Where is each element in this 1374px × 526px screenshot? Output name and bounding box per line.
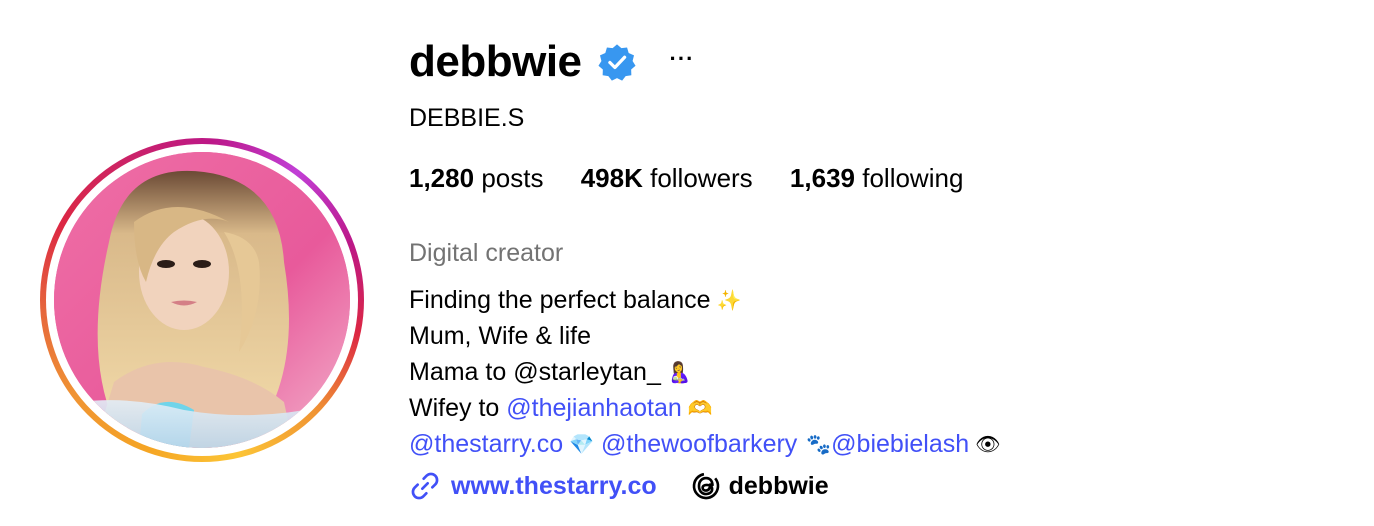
following-stat[interactable]: 1,639 following [790, 163, 963, 194]
website-url: www.thestarry.co [451, 471, 657, 500]
following-count: 1,639 [789, 163, 855, 193]
bio-text: Finding the perfect balance [409, 286, 711, 314]
posts-count: 1,280 [409, 163, 475, 193]
eye-emoji: 👁 [975, 434, 1001, 457]
profile-category: Digital creator [409, 239, 564, 267]
avatar-image [54, 152, 350, 448]
verified-badge-icon [598, 44, 636, 81]
bio-text: Mum, Wife & life [409, 322, 591, 350]
bio-line-2: Mum, Wife & life [409, 318, 1001, 354]
profile-bio: Finding the perfect balance ✨ Mum, Wife &… [409, 282, 1001, 462]
more-options-button[interactable]: ··· [670, 48, 695, 70]
bio-line-4: Wifey to @thejianhaotan 🫶 [409, 390, 1001, 426]
story-ring[interactable] [40, 138, 364, 462]
paw-prints-emoji: 🐾 [806, 434, 832, 457]
mention-link[interactable]: @thejianhaotan [506, 394, 682, 422]
heart-hands-emoji: 🫶 [687, 398, 713, 421]
username-row: debbwie ··· [409, 34, 695, 90]
profile-links: www.thestarry.co debbwie [409, 466, 829, 506]
website-link[interactable]: www.thestarry.co [409, 470, 657, 502]
link-icon [411, 472, 439, 500]
bio-line-5: @thestarry.co 💎 @thewoofbarkery 🐾@biebiel… [409, 426, 1001, 462]
bio-text: Mama to @starleytan_ [409, 358, 661, 386]
username: debbwie [409, 37, 582, 86]
posts-label: posts [481, 163, 544, 193]
profile-avatar[interactable] [54, 152, 350, 448]
followers-label: followers [650, 163, 753, 193]
full-name: DEBBIE.S [409, 104, 525, 132]
mention-link[interactable]: @thewoofbarkery [601, 430, 797, 458]
sparkles-emoji: ✨ [716, 290, 742, 313]
mention-link[interactable]: @biebielash [831, 430, 969, 458]
threads-icon [692, 472, 719, 500]
threads-link[interactable]: debbwie [691, 471, 829, 501]
threads-handle: debbwie [728, 471, 829, 500]
posts-stat[interactable]: 1,280 posts [409, 163, 543, 194]
gem-emoji: 💎 [569, 434, 595, 457]
mention-link[interactable]: @thestarry.co [409, 430, 563, 458]
bio-text: Wifey to [409, 394, 507, 422]
bio-line-1: Finding the perfect balance ✨ [409, 282, 1001, 318]
profile-stats: 1,280 posts 498K followers 1,639 followi… [409, 163, 993, 194]
following-label: following [862, 163, 964, 193]
breastfeeding-emoji: 🤱 [666, 362, 692, 385]
followers-count: 498K [580, 163, 643, 193]
followers-stat[interactable]: 498K followers [581, 163, 753, 194]
bio-line-3: Mama to @starleytan_ 🤱 [409, 354, 1001, 390]
